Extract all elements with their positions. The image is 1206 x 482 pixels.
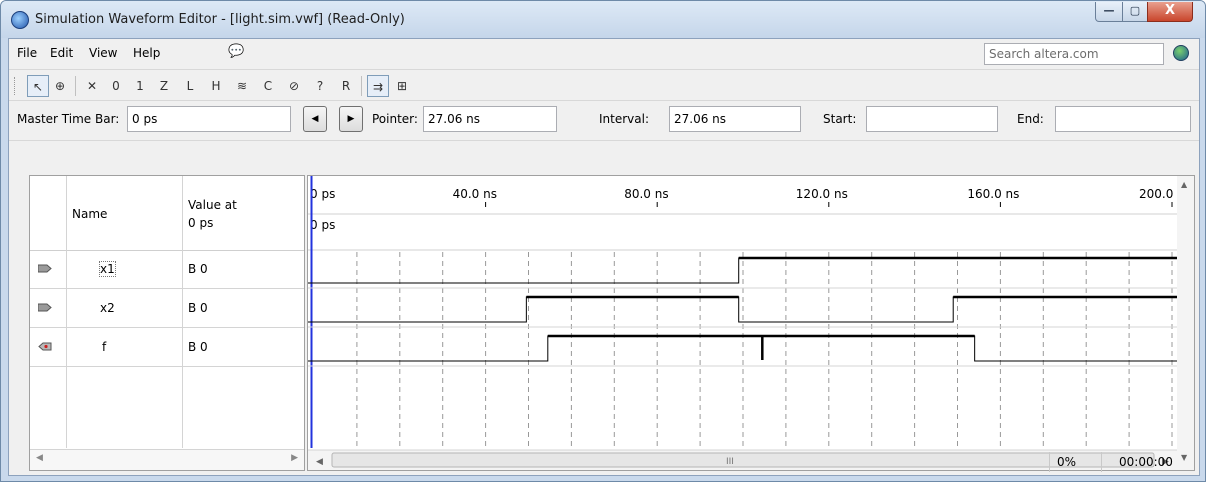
menu-file[interactable]: File	[17, 46, 37, 60]
waveform-canvas[interactable]: 0 ps 40.0 ns 80.0 ns 120.0 ns 160.0 ns 200.0 …	[308, 176, 1178, 470]
signal-value: B 0	[188, 301, 208, 315]
waveform-vertical-scrollbar[interactable]: ▲ ▼	[1177, 175, 1195, 471]
value-column-header[interactable]: Value at	[188, 198, 237, 212]
toolbar-grip[interactable]	[14, 77, 18, 95]
signal-name: f	[102, 340, 107, 354]
close-button[interactable]: X	[1147, 2, 1193, 22]
window-title: Simulation Waveform Editor - [light.sim.…	[35, 12, 405, 27]
input-pin-icon	[38, 264, 52, 273]
toolbar: ↖ ⊕ ✕ 0 1 Z L H ≋ C ⊘ ? R ⇉ ⊞	[9, 69, 1199, 101]
toolbar-separator	[361, 76, 362, 96]
waveform-panel[interactable]: 0 ps 40.0 ns 80.0 ns 120.0 ns 160.0 ns 200.0 …	[307, 175, 1179, 471]
high-impedance-icon[interactable]: Z	[153, 75, 175, 97]
toolbar-separator	[75, 76, 76, 96]
end-label: End:	[1017, 112, 1044, 126]
zoom-icon[interactable]: ⊕	[49, 75, 71, 97]
menu-view[interactable]: View	[89, 46, 117, 60]
tick-label: 120.0 ns	[796, 187, 848, 201]
previous-transition-button[interactable]: ◀	[303, 106, 327, 132]
weak-low-icon[interactable]: L	[179, 75, 201, 97]
search-input[interactable]: Search altera.com	[984, 43, 1164, 65]
tick-label: 40.0 ns	[453, 187, 497, 201]
time-bar-panel: Master Time Bar: 0 ps ◀ ▶ Pointer: 27.06…	[9, 100, 1199, 141]
signal-value: B 0	[188, 262, 208, 276]
value-column-header-time: 0 ps	[188, 216, 214, 230]
output-pin-icon	[38, 342, 52, 351]
status-separator	[1049, 452, 1050, 472]
master-time-bar-label: Master Time Bar:	[17, 112, 120, 126]
start-label: Start:	[823, 112, 857, 126]
signal-row[interactable]: f B 0	[30, 328, 304, 367]
signal-table-header: Name Value at 0 ps	[30, 176, 304, 251]
minimize-icon: —	[1103, 4, 1115, 17]
tick-label: 80.0 ns	[624, 187, 668, 201]
client-area: File Edit View Help 💬 Search altera.com …	[8, 38, 1200, 476]
master-time-bar-field[interactable]: 0 ps	[127, 106, 291, 132]
menu-bar: File Edit View Help 💬 Search altera.com	[9, 39, 1199, 67]
minimize-button[interactable]: —	[1095, 2, 1123, 22]
globe-icon[interactable]	[1173, 45, 1189, 61]
snap-to-grid-icon[interactable]: ⇉	[367, 75, 389, 97]
weak-high-icon[interactable]: H	[205, 75, 227, 97]
interval-field: 27.06 ns	[669, 106, 801, 132]
invert-icon[interactable]: ≋	[231, 75, 253, 97]
elapsed-time-status: 00:00:00	[1119, 455, 1173, 469]
tick-label: 0 ps	[310, 187, 335, 201]
menu-help[interactable]: Help	[133, 46, 160, 60]
interval-label: Interval:	[599, 112, 649, 126]
uninitialized-icon[interactable]: ✕	[81, 75, 103, 97]
application-window: Simulation Waveform Editor - [light.sim.…	[0, 0, 1206, 482]
next-transition-button[interactable]: ▶	[339, 106, 363, 132]
signal-name: x1	[99, 261, 116, 277]
status-separator	[1101, 452, 1102, 472]
maximize-button[interactable]: ▢	[1122, 2, 1148, 22]
signal-name: x2	[100, 301, 115, 315]
random-value-icon[interactable]: R	[335, 75, 357, 97]
close-icon: X	[1164, 3, 1176, 18]
signal-row[interactable]: x1 B 0	[30, 250, 304, 289]
arrow-right-icon: ▶	[347, 114, 355, 124]
clock-value-icon[interactable]: ⊘	[283, 75, 305, 97]
waveform-f[interactable]	[308, 335, 1178, 362]
tick-label: 200.0 ns	[1139, 187, 1178, 201]
tick-label: 160.0 ns	[967, 187, 1019, 201]
scroll-up-icon[interactable]: ▲	[1181, 180, 1187, 189]
signal-value: B 0	[188, 340, 208, 354]
name-column-header[interactable]: Name	[72, 207, 107, 221]
signal-row[interactable]: x2 B 0	[30, 289, 304, 328]
input-pin-icon	[38, 303, 52, 312]
comment-icon[interactable]: 💬	[228, 44, 244, 59]
signal-name-panel: Name Value at 0 ps x1 B 0 x2 B 0 f B 0 ◀…	[29, 175, 305, 471]
cursor-time-label: 0 ps	[310, 218, 335, 232]
arrow-left-icon: ◀	[311, 114, 319, 124]
forcing-high-icon[interactable]: 1	[129, 75, 151, 97]
start-field[interactable]	[866, 106, 998, 132]
arbitrary-value-icon[interactable]: ?	[309, 75, 331, 97]
status-bar: 0% 00:00:00	[9, 449, 1199, 475]
end-field[interactable]	[1055, 106, 1191, 132]
count-value-icon[interactable]: C	[257, 75, 279, 97]
pointer-label: Pointer:	[372, 112, 418, 126]
app-icon	[11, 11, 29, 29]
progress-status: 0%	[1057, 455, 1077, 469]
title-bar: Simulation Waveform Editor - [light.sim.…	[1, 1, 1205, 38]
maximize-icon: ▢	[1129, 4, 1141, 17]
group-icon[interactable]: ⊞	[391, 75, 413, 97]
menu-edit[interactable]: Edit	[50, 46, 73, 60]
pointer-icon[interactable]: ↖	[27, 75, 49, 97]
forcing-low-icon[interactable]: 0	[105, 75, 127, 97]
pointer-field: 27.06 ns	[423, 106, 557, 132]
